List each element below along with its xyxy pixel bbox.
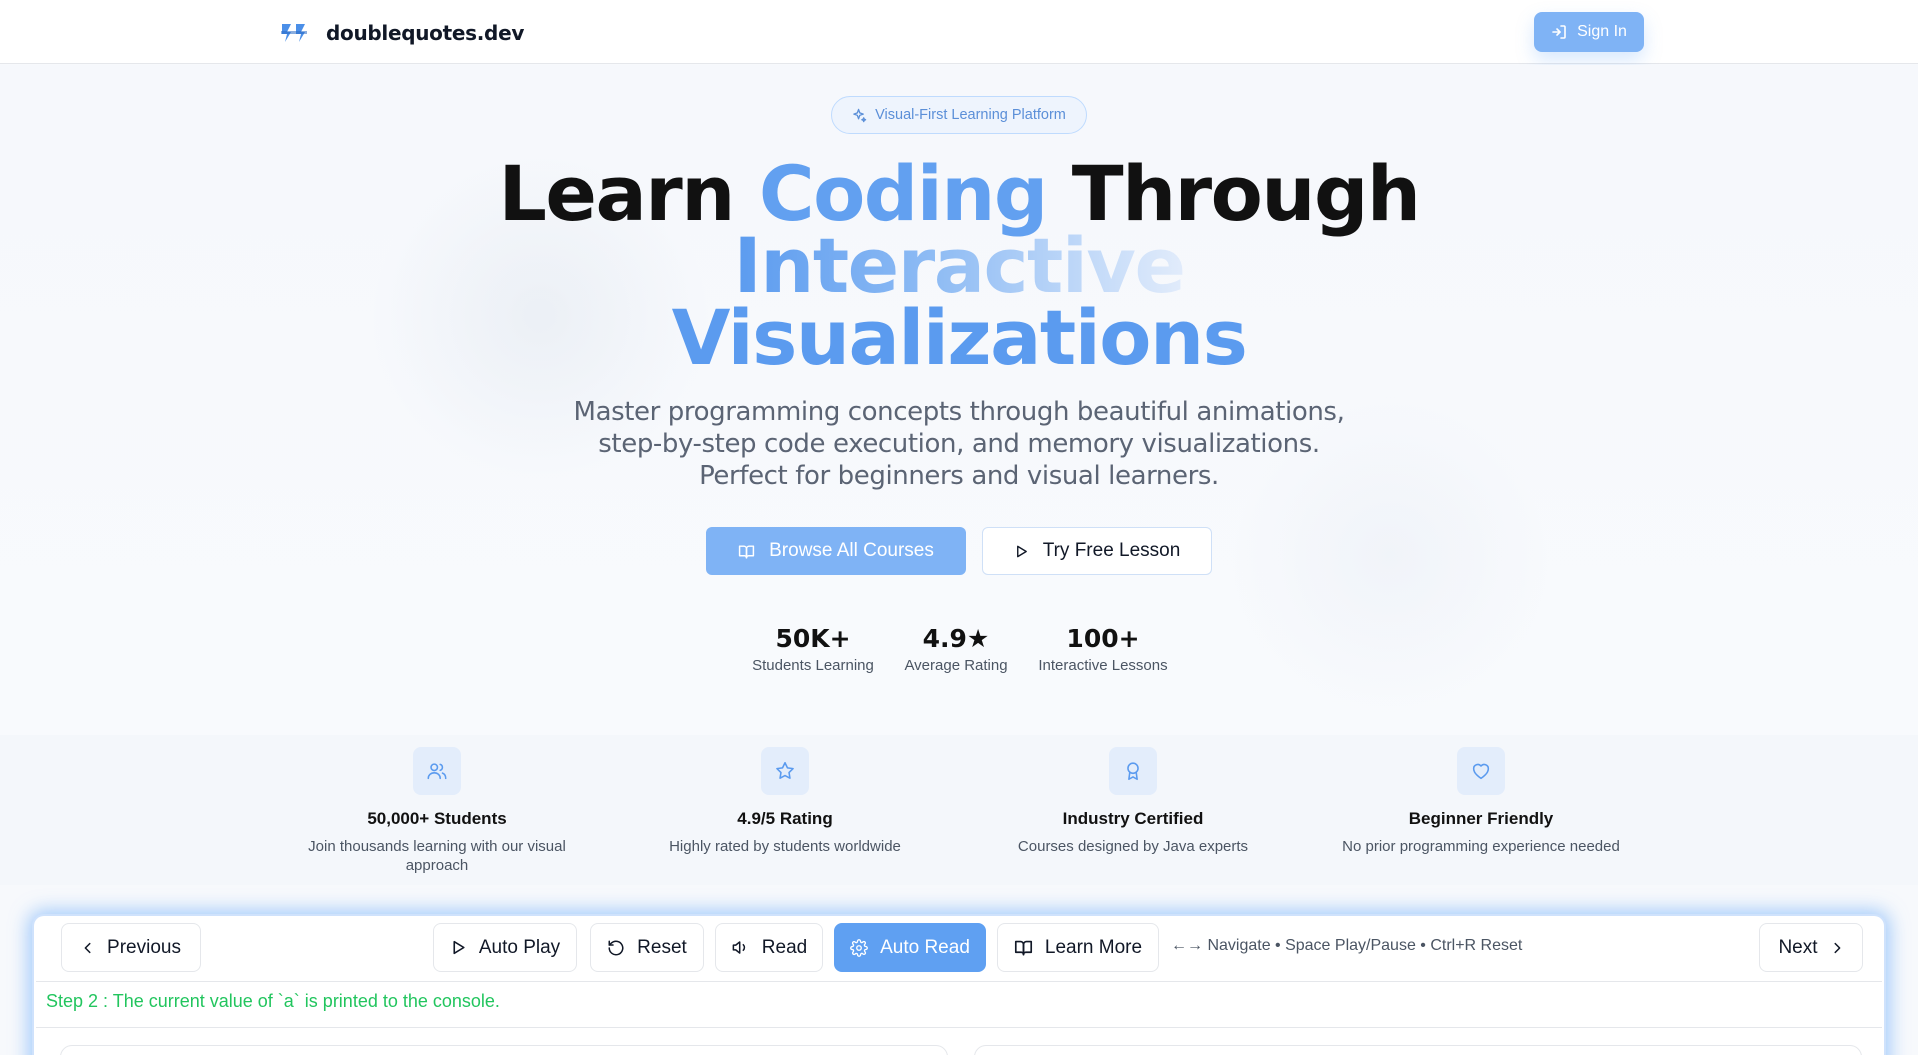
platform-badge: Visual-First Learning Platform: [831, 96, 1087, 134]
feature-students: 50,000+ Students Join thousands learning…: [287, 747, 587, 875]
hero-title-line-1: Learn Coding Through: [0, 156, 1918, 232]
browse-courses-button[interactable]: Browse All Courses: [706, 527, 966, 575]
learn-more-label: Learn More: [1044, 936, 1143, 958]
sign-in-label: Sign In: [1577, 23, 1627, 40]
feature-rating: 4.9/5 Rating Highly rated by students wo…: [635, 747, 935, 856]
feature-description: Highly rated by students worldwide: [669, 838, 901, 855]
stat-students: 50K+ Students Learning: [748, 624, 878, 674]
feature-certified: Industry Certified Courses designed by J…: [983, 747, 1283, 856]
keyboard-shortcuts-hint: ←→ Navigate • Space Play/Pause • Ctrl+R …: [1171, 937, 1523, 954]
chevron-left-icon: [81, 941, 95, 955]
stat-value: 50K+: [775, 624, 851, 653]
play-icon: [1014, 544, 1029, 559]
stat-value: 4.9★: [922, 624, 990, 653]
sign-in-button[interactable]: Sign In: [1534, 12, 1644, 52]
feature-description: No prior programming experience needed: [1342, 838, 1620, 855]
previous-label: Previous: [107, 936, 181, 958]
feature-beginner: Beginner Friendly No prior programming e…: [1331, 747, 1631, 856]
settings-gear-icon: [850, 938, 868, 957]
reset-button[interactable]: Reset: [590, 923, 704, 972]
book-open-icon: [1014, 938, 1033, 957]
stat-label: Average Rating: [904, 657, 1008, 674]
title-text: Learn: [498, 149, 759, 238]
brand-name: doublequotes.dev: [326, 21, 525, 45]
volume-icon: [731, 938, 750, 957]
panel-divider: [36, 981, 1882, 982]
try-free-lesson-label: Try Free Lesson: [1042, 540, 1181, 561]
auto-read-button[interactable]: Auto Read: [834, 923, 986, 972]
auto-play-button[interactable]: Auto Play: [433, 923, 577, 972]
brand[interactable]: doublequotes.dev: [278, 16, 524, 50]
feature-title: 4.9/5 Rating: [737, 809, 833, 828]
browse-courses-label: Browse All Courses: [769, 540, 934, 561]
next-button[interactable]: Next: [1759, 923, 1863, 972]
learn-more-button[interactable]: Learn More: [997, 923, 1159, 972]
read-button[interactable]: Read: [715, 923, 823, 972]
book-open-icon: [738, 543, 755, 560]
panel-divider: [36, 1027, 1882, 1028]
heart-icon: [1457, 747, 1505, 795]
sign-in-icon: [1551, 24, 1567, 40]
read-label: Read: [761, 936, 808, 958]
stat-lessons: 100+ Interactive Lessons: [1033, 624, 1173, 674]
play-icon: [450, 939, 467, 956]
feature-title: Industry Certified: [1062, 809, 1204, 828]
top-navbar: doublequotes.dev Sign In: [0, 0, 1918, 64]
award-icon: [1109, 747, 1157, 795]
auto-read-label: Auto Read: [880, 936, 970, 958]
feature-title: 50,000+ Students: [367, 809, 507, 828]
star-icon: [761, 747, 809, 795]
try-free-lesson-button[interactable]: Try Free Lesson: [982, 527, 1212, 575]
visualization-panel: [974, 1045, 1862, 1055]
double-quotes-logo-icon: [278, 16, 312, 50]
stat-label: Students Learning: [752, 657, 874, 674]
feature-description: Join thousands learning with our visual …: [308, 838, 566, 874]
hero-title-line-2: Interactive: [0, 228, 1918, 304]
auto-play-label: Auto Play: [478, 936, 561, 958]
sparkles-icon: [852, 108, 867, 123]
hero-subtitle: Master programming concepts through beau…: [573, 397, 1345, 491]
rotate-ccw-icon: [607, 939, 625, 957]
feature-title: Beginner Friendly: [1408, 809, 1554, 828]
stat-label: Interactive Lessons: [1038, 657, 1168, 674]
stat-value: 100+: [1066, 624, 1140, 653]
users-icon: [413, 747, 461, 795]
stat-rating: 4.9★ Average Rating: [896, 624, 1016, 674]
feature-description: Courses designed by Java experts: [1017, 838, 1249, 855]
hero-title-line-3: Visualizations: [671, 293, 1248, 382]
chevron-right-icon: [1830, 941, 1844, 955]
next-label: Next: [1778, 936, 1818, 958]
reset-label: Reset: [637, 936, 687, 958]
badge-label: Visual-First Learning Platform: [875, 107, 1066, 123]
code-panel: [60, 1045, 948, 1055]
step-description: Step 2 : The current value of `a` is pri…: [46, 991, 500, 1011]
previous-button[interactable]: Previous: [61, 923, 201, 972]
